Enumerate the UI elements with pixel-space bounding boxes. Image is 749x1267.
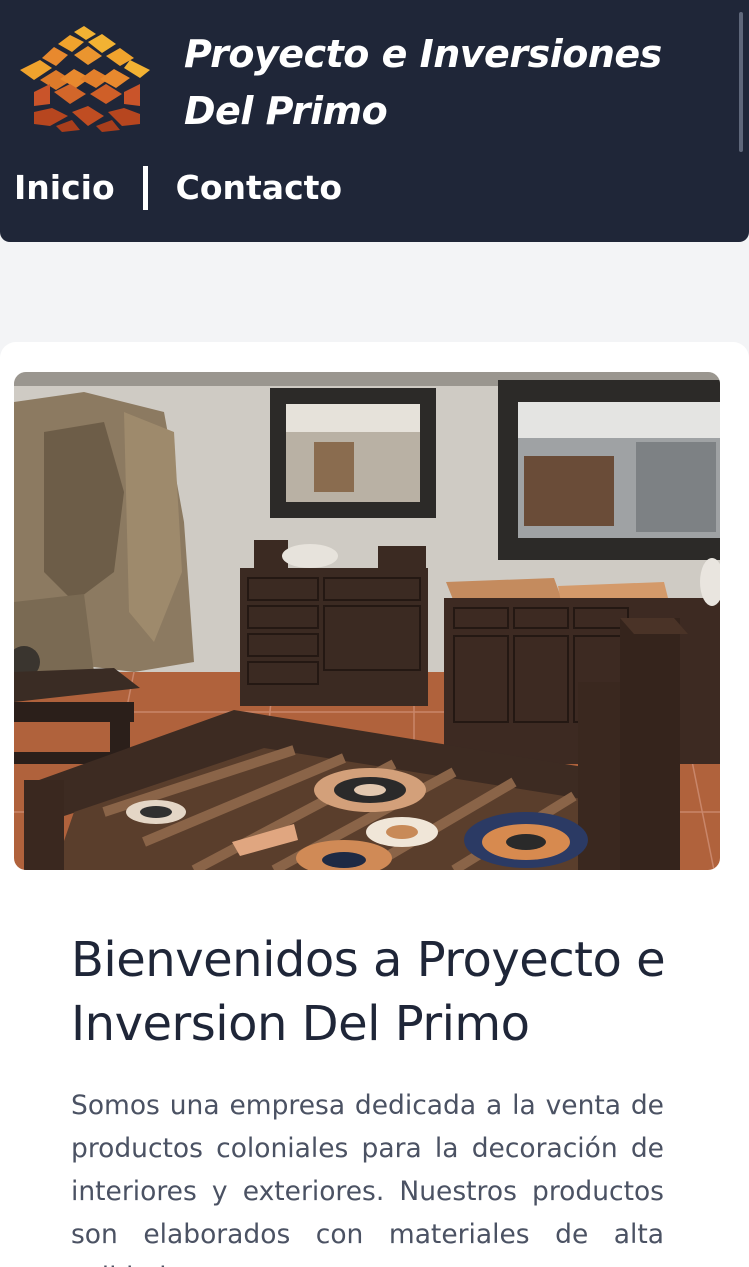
page-title: Bienvenidos a Proyecto e Inversion Del P… bbox=[71, 932, 666, 1052]
showroom-photo bbox=[14, 372, 720, 870]
site-header: Proyecto e Inversiones Del Primo Inicio … bbox=[0, 0, 749, 242]
content-card: Bienvenidos a Proyecto e Inversion Del P… bbox=[0, 342, 749, 1267]
main-nav: Inicio Contacto bbox=[14, 166, 342, 210]
company-description: Somos una empresa dedicada a la venta de… bbox=[71, 1090, 664, 1267]
nav-divider bbox=[142, 166, 148, 210]
brand-title-line1: Proyecto e Inversiones bbox=[184, 32, 662, 76]
logo-icon[interactable] bbox=[16, 22, 154, 134]
nav-link-contacto[interactable]: Contacto bbox=[176, 166, 342, 210]
nav-link-inicio[interactable]: Inicio bbox=[14, 166, 115, 210]
scrollbar-thumb[interactable] bbox=[739, 12, 743, 152]
brand-title[interactable]: Proyecto e Inversiones Del Primo bbox=[184, 26, 662, 140]
brand-title-line2: Del Primo bbox=[184, 89, 388, 133]
